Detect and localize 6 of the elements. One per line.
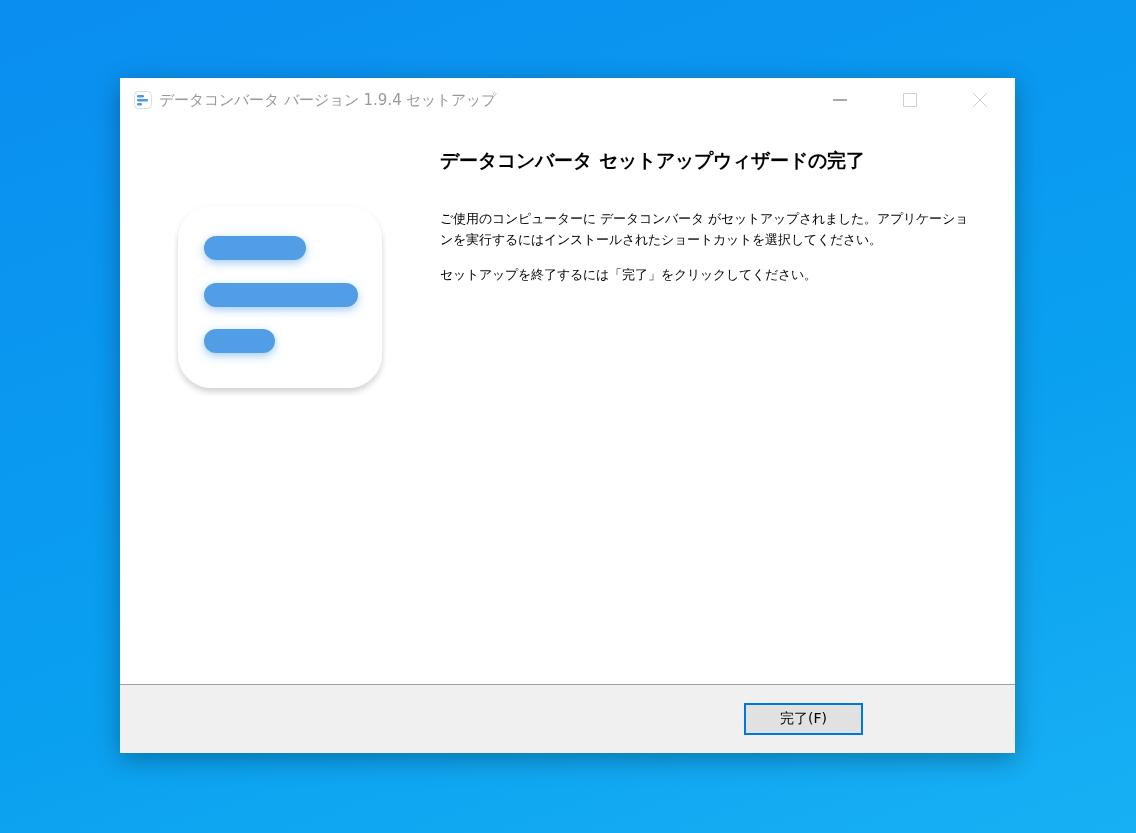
app-icon — [134, 91, 152, 109]
info-text: ご使用のコンピューターに データコンバータ がセットアップされました。アプリケーションを実行するにはインストールされたショートカットを選択してください。 — [440, 210, 969, 249]
window-title: データコンバータ バージョン 1.9.4 セットアップ — [159, 90, 498, 110]
finish-button[interactable]: 完了(F) — [744, 703, 863, 735]
info-text: セットアップを終了するには「完了」をクリックしてください。 — [440, 266, 818, 284]
wizard-heading: データコンバータ セットアップウィザードの完了 — [440, 148, 866, 173]
